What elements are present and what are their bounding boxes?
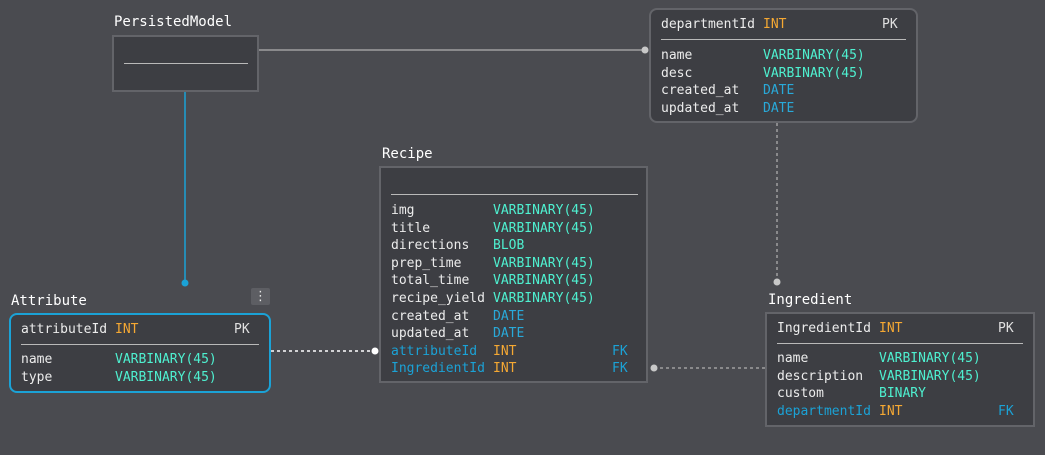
column-type: DATE xyxy=(763,100,795,116)
column-type: INT xyxy=(493,343,517,359)
column-key: PK xyxy=(234,322,250,337)
column-type: INT xyxy=(115,322,139,337)
column-key: FK xyxy=(612,343,628,359)
column-name: custom xyxy=(777,386,824,402)
column-type: VARBINARY(45) xyxy=(493,220,595,236)
column-name: prep_time xyxy=(391,255,462,271)
column-name: created_at xyxy=(661,83,740,99)
column-type: INT xyxy=(763,17,787,32)
column-name: name xyxy=(777,351,809,366)
link-endpoint-dot xyxy=(181,279,189,287)
table-header-divider xyxy=(777,343,1023,344)
column-name: updated_at xyxy=(661,100,740,116)
column-type: INT xyxy=(879,403,903,419)
column-key: FK xyxy=(612,361,628,377)
column-type: VARBINARY(45) xyxy=(115,352,217,367)
link-endpoint-dot xyxy=(773,278,781,286)
column-type: VARBINARY(45) xyxy=(493,291,595,306)
column-key: FK xyxy=(998,403,1014,419)
column-type: INT xyxy=(493,361,517,377)
column-name: name xyxy=(661,48,693,63)
table-header-divider xyxy=(391,194,638,195)
table-title-persisted-model: PersistedModel xyxy=(114,14,233,30)
table-ingredient[interactable]: IngredientId INT PK name VARBINARY(45) des… xyxy=(765,312,1035,427)
column-name: total_time xyxy=(391,273,470,289)
column-type: BINARY xyxy=(879,386,926,402)
table-persisted-model[interactable] xyxy=(112,35,259,92)
table-header-divider xyxy=(21,344,259,345)
table-title-ingredient: Ingredient xyxy=(768,292,853,308)
column-type: VARBINARY(45) xyxy=(493,255,595,271)
column-name: departmentId xyxy=(661,17,755,32)
column-name: description xyxy=(777,368,864,384)
column-type: VARBINARY(45) xyxy=(493,273,595,289)
column-name: directions xyxy=(391,238,470,254)
column-type: DATE xyxy=(763,83,795,99)
column-key: PK xyxy=(998,321,1014,336)
link-endpoint-dot xyxy=(650,364,658,372)
table-title-attribute: Attribute xyxy=(11,293,87,309)
table-menu-button[interactable]: ⋮ xyxy=(251,288,270,305)
column-name: recipe_yield xyxy=(391,291,485,306)
column-key: PK xyxy=(882,17,898,32)
column-name: name xyxy=(21,352,53,367)
table-attribute[interactable]: attributeId INT PK name VARBINARY(45) type… xyxy=(9,313,271,393)
column-type: DATE xyxy=(493,308,525,324)
column-name: type xyxy=(21,369,53,385)
column-name: created_at xyxy=(391,308,470,324)
table-header-divider xyxy=(661,39,906,40)
column-name: attributeId xyxy=(21,322,108,337)
column-name: attributeId xyxy=(391,343,478,359)
column-type: VARBINARY(45) xyxy=(493,203,595,218)
column-name: departmentId xyxy=(777,403,871,419)
column-type: VARBINARY(45) xyxy=(879,368,981,384)
column-name: IngredientId xyxy=(777,321,871,336)
table-recipe[interactable]: img VARBINARY(45) title VARBINARY(45) direct… xyxy=(379,166,648,383)
column-type: VARBINARY(45) xyxy=(763,48,865,63)
column-name: title xyxy=(391,220,431,236)
table-header-divider xyxy=(124,63,248,64)
column-name: IngredientId xyxy=(391,361,485,377)
column-type: VARBINARY(45) xyxy=(115,369,217,385)
table-department[interactable]: departmentId INT PK name VARBINARY(45) des… xyxy=(649,8,918,123)
column-name: updated_at xyxy=(391,326,470,342)
table-title-recipe: Recipe xyxy=(382,146,433,162)
column-type: DATE xyxy=(493,326,525,342)
link-endpoint-dot xyxy=(371,347,379,355)
column-type: VARBINARY(45) xyxy=(763,65,865,81)
column-name: desc xyxy=(661,65,693,81)
column-name: img xyxy=(391,203,415,218)
column-type: VARBINARY(45) xyxy=(879,351,981,366)
column-type: INT xyxy=(879,321,903,336)
column-type: BLOB xyxy=(493,238,525,254)
link-endpoint-dot xyxy=(641,46,649,54)
